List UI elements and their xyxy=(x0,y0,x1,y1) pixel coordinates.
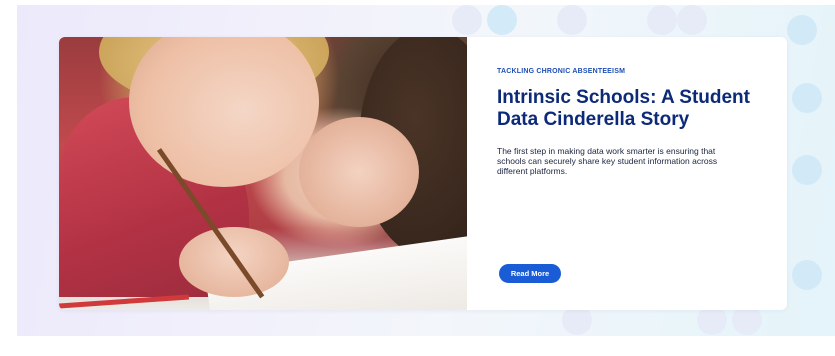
decorative-dot xyxy=(792,260,822,290)
decorative-dot xyxy=(647,5,677,35)
story-content: TACKLING CHRONIC ABSENTEEISM Intrinsic S… xyxy=(467,37,787,310)
story-photo xyxy=(59,37,467,310)
decorative-dot xyxy=(557,5,587,35)
story-description: The first step in making data work smart… xyxy=(497,146,718,176)
decorative-dot xyxy=(792,83,822,113)
decorative-dot xyxy=(487,5,517,35)
decorative-dot xyxy=(452,5,482,35)
decorative-dot xyxy=(787,15,817,45)
read-more-button[interactable]: Read More xyxy=(499,264,561,283)
decorative-dot xyxy=(677,5,707,35)
decorative-dot xyxy=(792,155,822,185)
story-title: Intrinsic Schools: A Student Data Cinder… xyxy=(497,87,750,130)
story-card: TACKLING CHRONIC ABSENTEEISM Intrinsic S… xyxy=(59,37,787,310)
story-category: TACKLING CHRONIC ABSENTEEISM xyxy=(497,68,626,75)
